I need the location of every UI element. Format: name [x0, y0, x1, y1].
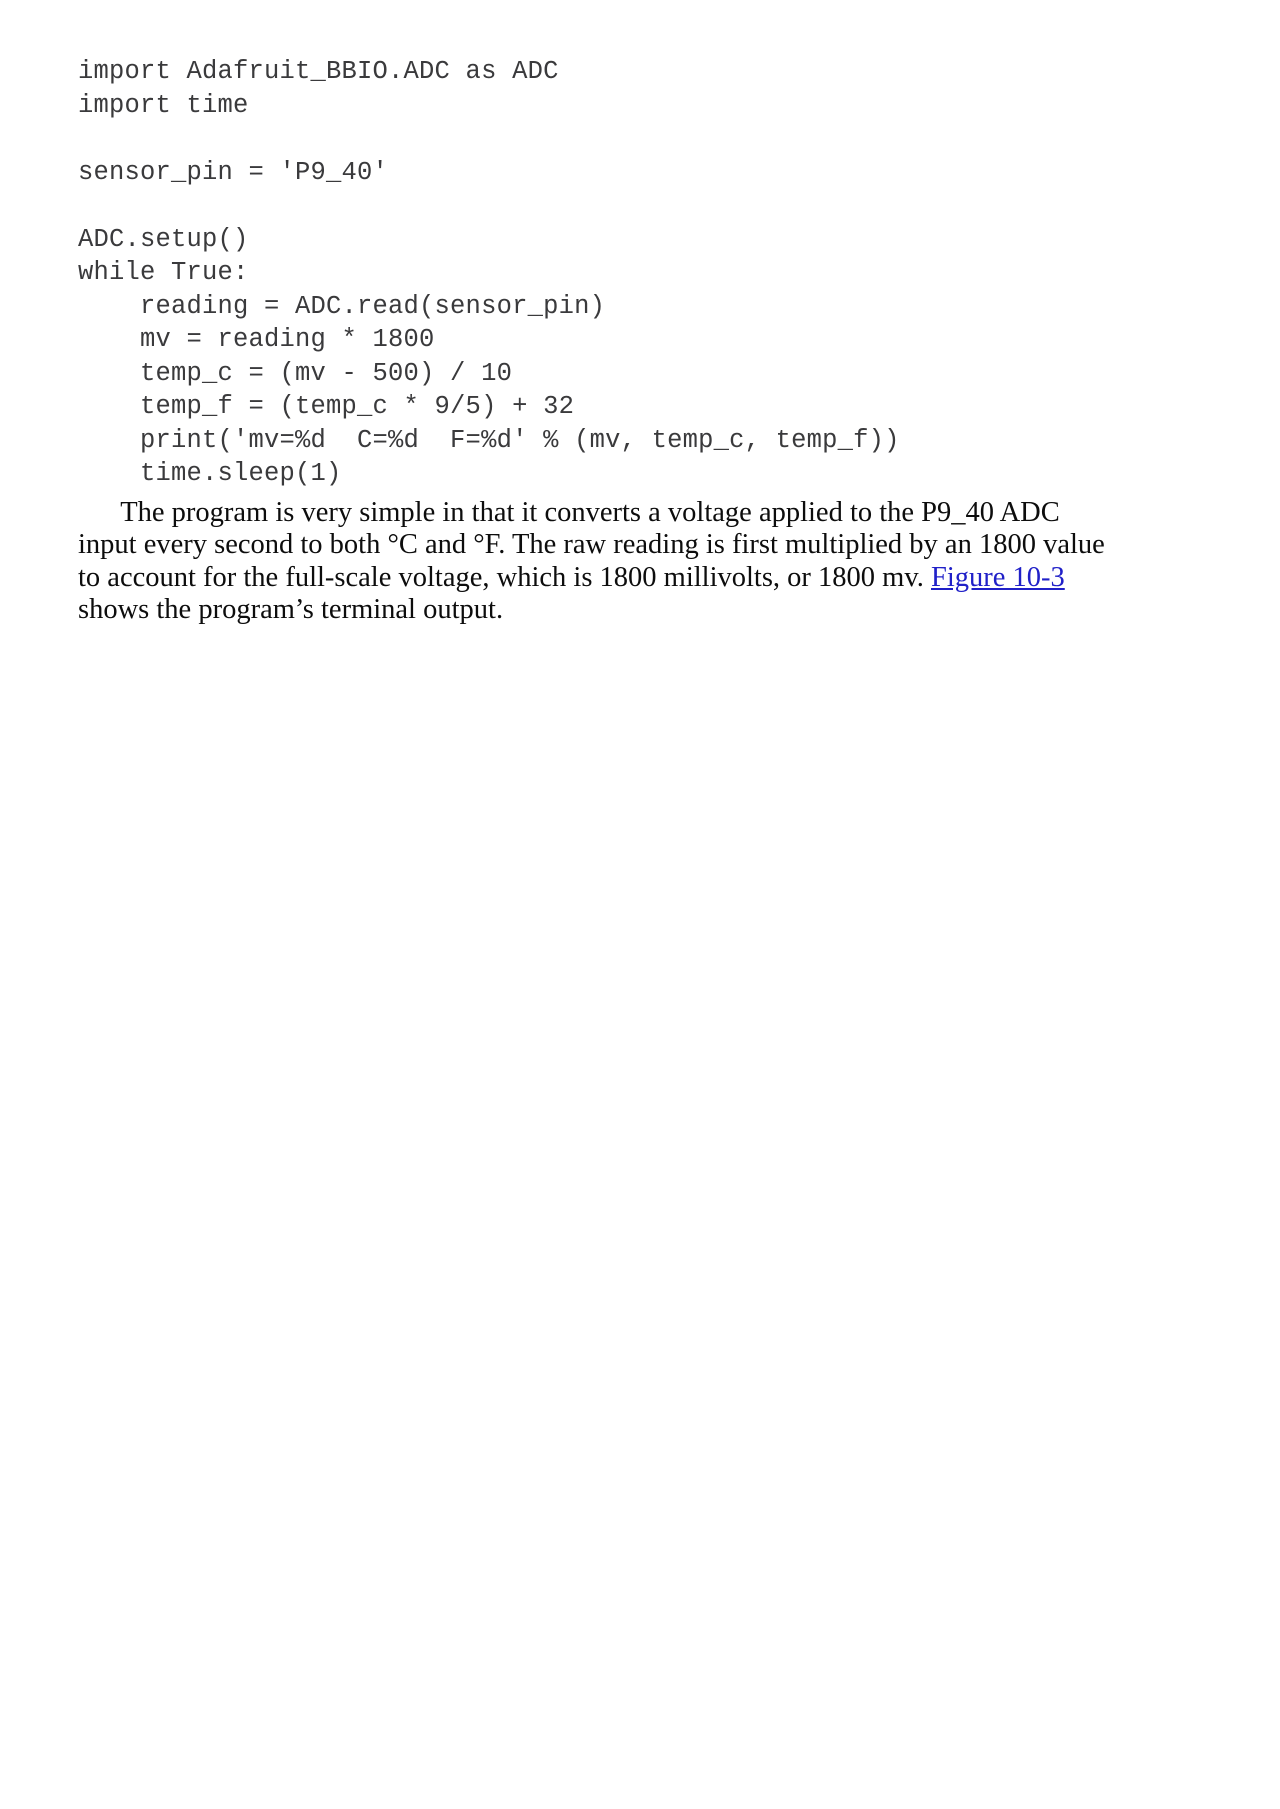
paragraph-text: input every second to both °C and °F. Th… — [78, 529, 1105, 560]
code-line: while True: — [78, 258, 249, 287]
code-line: time.sleep(1) — [78, 459, 342, 488]
code-line: mv = reading * 1800 — [78, 325, 435, 354]
code-line: temp_c = (mv - 500) / 10 — [78, 358, 513, 388]
paragraph-text: The program is very simple in that it co… — [78, 496, 1060, 528]
figure-10-3-link[interactable]: Figure 10-3 — [931, 562, 1065, 593]
code-line: print('mv=%d C=%d F=%d' % (mv, temp_c, t… — [78, 425, 900, 455]
page-content: import Adafruit_BBIO.ADC as ADC import ti… — [78, 55, 1200, 627]
paragraph-line: shows the program’s terminal output. — [78, 594, 1200, 627]
body-paragraph: The program is very simple in that it co… — [78, 497, 1200, 627]
document-page: import Adafruit_BBIO.ADC as ADC import ti… — [0, 0, 1280, 1809]
paragraph-line: input every second to both °C and °F. Th… — [78, 529, 1200, 562]
code-line: import time — [78, 90, 249, 120]
code-line: ADC.setup() — [78, 224, 249, 254]
paragraph-text: to account for the full-scale voltage, w… — [78, 561, 931, 593]
paragraph-line: The program is very simple in that it co… — [78, 497, 1200, 530]
paragraph-text: shows the program’s terminal output. — [78, 594, 504, 625]
code-line: sensor_pin = 'P9_40' — [78, 157, 389, 187]
code-line: reading = ADC.read(sensor_pin) — [78, 291, 606, 321]
paragraph-line: to account for the full-scale voltage, w… — [78, 562, 1200, 595]
code-listing: import Adafruit_BBIO.ADC as ADC import ti… — [78, 55, 1200, 491]
code-line: temp_f = (temp_c * 9/5) + 32 — [78, 392, 575, 421]
code-line: import Adafruit_BBIO.ADC as ADC — [78, 57, 559, 86]
